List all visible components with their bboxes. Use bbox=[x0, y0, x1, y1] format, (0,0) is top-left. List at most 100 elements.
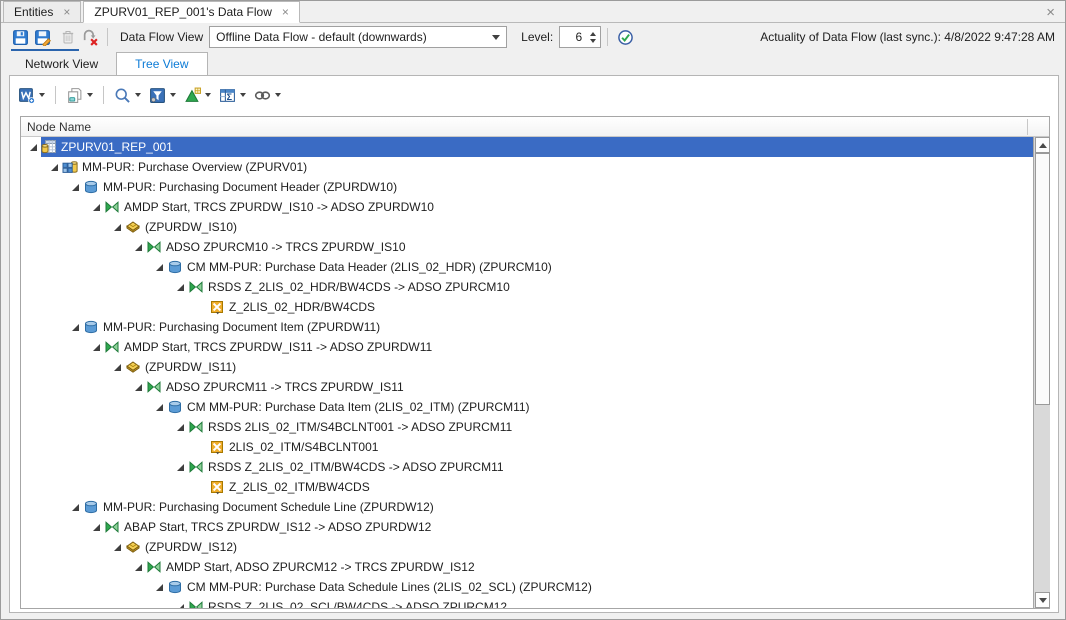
save-as-button[interactable] bbox=[31, 26, 53, 48]
data-flow-window: { "window": { "close_symbol": "×" }, "ed… bbox=[0, 0, 1066, 620]
trash-icon bbox=[60, 29, 76, 45]
level-stepper[interactable]: 6 bbox=[559, 26, 601, 48]
scroll-down-button[interactable] bbox=[1035, 592, 1050, 608]
expand-arrow-icon[interactable] bbox=[69, 324, 82, 331]
sync-button[interactable] bbox=[614, 26, 636, 48]
spin-up-icon[interactable] bbox=[590, 32, 596, 36]
tree-row[interactable]: Z_2LIS_02_HDR/BW4CDS bbox=[21, 297, 1033, 317]
expand-arrow-icon[interactable] bbox=[174, 284, 187, 291]
tree-row[interactable]: MM-PUR: Purchasing Document Item (ZPURDW… bbox=[21, 317, 1033, 337]
tree-row-label: (ZPURDW_IS10) bbox=[145, 220, 237, 234]
tree-row[interactable]: MM-PUR: Purchase Overview (ZPURV01) bbox=[21, 157, 1033, 177]
close-icon[interactable]: × bbox=[63, 6, 70, 18]
filter-button[interactable] bbox=[145, 87, 180, 104]
tree-row[interactable]: ADSO ZPURCM10 -> TRCS ZPURDW_IS10 bbox=[21, 237, 1033, 257]
tree-row[interactable]: 2LIS_02_ITM/S4BCLNT001 bbox=[21, 437, 1033, 457]
tab-tree-view-label: Tree View bbox=[135, 57, 188, 71]
tree-row[interactable]: MM-PUR: Purchasing Document Schedule Lin… bbox=[21, 497, 1033, 517]
editor-tab-bar: Entities × ZPURV01_REP_001's Data Flow ×… bbox=[1, 1, 1065, 23]
column-divider[interactable] bbox=[1027, 119, 1028, 135]
tree-row[interactable]: (ZPURDW_IS11) bbox=[21, 357, 1033, 377]
chevron-down-icon[interactable] bbox=[170, 93, 176, 97]
chevron-down-icon[interactable] bbox=[240, 93, 246, 97]
tree-row-label: ZPURV01_REP_001 bbox=[61, 140, 173, 154]
tree-row[interactable]: RSDS Z_2LIS_02_HDR/BW4CDS -> ADSO ZPURCM… bbox=[21, 277, 1033, 297]
spin-down-icon[interactable] bbox=[590, 39, 596, 43]
expand-arrow-icon[interactable] bbox=[111, 224, 124, 231]
tree-row[interactable]: CM MM-PUR: Purchase Data Item (2LIS_02_I… bbox=[21, 397, 1033, 417]
tree-row-label: MM-PUR: Purchasing Document Schedule Lin… bbox=[103, 500, 434, 514]
query-icon bbox=[41, 139, 57, 155]
tree-row-label: ABAP Start, TRCS ZPURDW_IS12 -> ADSO ZPU… bbox=[124, 520, 431, 534]
tree-row[interactable]: (ZPURDW_IS12) bbox=[21, 537, 1033, 557]
level-spin-buttons[interactable] bbox=[586, 27, 600, 47]
tree-row[interactable]: RSDS Z_2LIS_02_ITM/BW4CDS -> ADSO ZPURCM… bbox=[21, 457, 1033, 477]
trfn-icon bbox=[188, 419, 204, 435]
tree-column-header[interactable]: Node Name bbox=[21, 117, 1049, 137]
expand-arrow-icon[interactable] bbox=[132, 244, 145, 251]
expand-arrow-icon[interactable] bbox=[111, 544, 124, 551]
expand-arrow-icon[interactable] bbox=[90, 344, 103, 351]
trfn-icon bbox=[146, 379, 162, 395]
tree-row[interactable]: AMDP Start, ADSO ZPURCM12 -> TRCS ZPURDW… bbox=[21, 557, 1033, 577]
tree-row[interactable]: RSDS Z_2LIS_02_SCL/BW4CDS -> ADSO ZPURCM… bbox=[21, 597, 1033, 608]
tab-data-flow[interactable]: ZPURV01_REP_001's Data Flow × bbox=[83, 1, 300, 23]
expand-arrow-icon[interactable] bbox=[27, 144, 40, 151]
tree-row[interactable]: ABAP Start, TRCS ZPURDW_IS12 -> ADSO ZPU… bbox=[21, 517, 1033, 537]
remove-assignment-button[interactable] bbox=[79, 26, 101, 48]
tree-row[interactable]: AMDP Start, TRCS ZPURDW_IS11 -> ADSO ZPU… bbox=[21, 337, 1033, 357]
chevron-down-icon[interactable] bbox=[39, 93, 45, 97]
export-word-report-button[interactable] bbox=[14, 87, 49, 104]
expand-arrow-icon[interactable] bbox=[111, 364, 124, 371]
search-button[interactable] bbox=[110, 87, 145, 104]
delete-button[interactable] bbox=[57, 26, 79, 48]
tree-row-label: ADSO ZPURCM10 -> TRCS ZPURDW_IS10 bbox=[166, 240, 406, 254]
expand-hierarchy-button[interactable] bbox=[180, 87, 215, 104]
link-objects-button[interactable] bbox=[250, 87, 285, 104]
scroll-up-button[interactable] bbox=[1035, 137, 1050, 153]
tree-row[interactable]: AMDP Start, TRCS ZPURDW_IS10 -> ADSO ZPU… bbox=[21, 197, 1033, 217]
expand-arrow-icon[interactable] bbox=[90, 524, 103, 531]
save-button[interactable] bbox=[9, 26, 31, 48]
tree-row[interactable]: CM MM-PUR: Purchase Data Schedule Lines … bbox=[21, 577, 1033, 597]
table-totals-button[interactable] bbox=[215, 87, 250, 104]
copy-note-button[interactable] bbox=[62, 87, 97, 104]
expand-arrow-icon[interactable] bbox=[69, 504, 82, 511]
expand-arrow-icon[interactable] bbox=[174, 464, 187, 471]
chevron-down-icon[interactable] bbox=[275, 93, 281, 97]
tab-entities[interactable]: Entities × bbox=[3, 1, 81, 22]
expand-arrow-icon[interactable] bbox=[90, 204, 103, 211]
tree-row[interactable]: CM MM-PUR: Purchase Data Header (2LIS_02… bbox=[21, 257, 1033, 277]
expand-arrow-icon[interactable] bbox=[132, 384, 145, 391]
expand-arrow-icon[interactable] bbox=[153, 584, 166, 591]
chevron-down-icon[interactable] bbox=[135, 93, 141, 97]
adso-icon bbox=[167, 399, 183, 415]
close-icon[interactable]: × bbox=[282, 6, 289, 18]
leaf-spacer bbox=[195, 484, 208, 491]
scrollbar-thumb[interactable] bbox=[1035, 153, 1050, 405]
tree-row[interactable]: Z_2LIS_02_ITM/BW4CDS bbox=[21, 477, 1033, 497]
data-flow-view-select[interactable]: Offline Data Flow - default (downwards) bbox=[209, 26, 507, 48]
tree-row[interactable]: (ZPURDW_IS10) bbox=[21, 217, 1033, 237]
expand-arrow-icon[interactable] bbox=[132, 564, 145, 571]
expand-arrow-icon[interactable] bbox=[174, 604, 187, 609]
save-icon bbox=[12, 29, 29, 46]
view-close-icon[interactable]: × bbox=[1046, 4, 1055, 21]
tab-network-view[interactable]: Network View bbox=[7, 53, 116, 76]
chevron-down-icon[interactable] bbox=[87, 93, 93, 97]
expand-arrow-icon[interactable] bbox=[69, 184, 82, 191]
tree-row[interactable]: ADSO ZPURCM11 -> TRCS ZPURDW_IS11 bbox=[21, 377, 1033, 397]
leaf-spacer bbox=[195, 444, 208, 451]
expand-arrow-icon[interactable] bbox=[174, 424, 187, 431]
expand-arrow-icon[interactable] bbox=[153, 264, 166, 271]
separator bbox=[55, 86, 56, 104]
tab-tree-view[interactable]: Tree View bbox=[116, 52, 207, 77]
tree-row[interactable]: RSDS 2LIS_02_ITM/S4BCLNT001 -> ADSO ZPUR… bbox=[21, 417, 1033, 437]
tree-row[interactable]: MM-PUR: Purchasing Document Header (ZPUR… bbox=[21, 177, 1033, 197]
expand-arrow-icon[interactable] bbox=[153, 404, 166, 411]
isrc-icon bbox=[125, 219, 141, 235]
chevron-down-icon[interactable] bbox=[205, 93, 211, 97]
vertical-scrollbar[interactable] bbox=[1033, 137, 1050, 608]
expand-arrow-icon[interactable] bbox=[48, 164, 61, 171]
tree-row[interactable]: ZPURV01_REP_001 bbox=[21, 137, 1033, 157]
